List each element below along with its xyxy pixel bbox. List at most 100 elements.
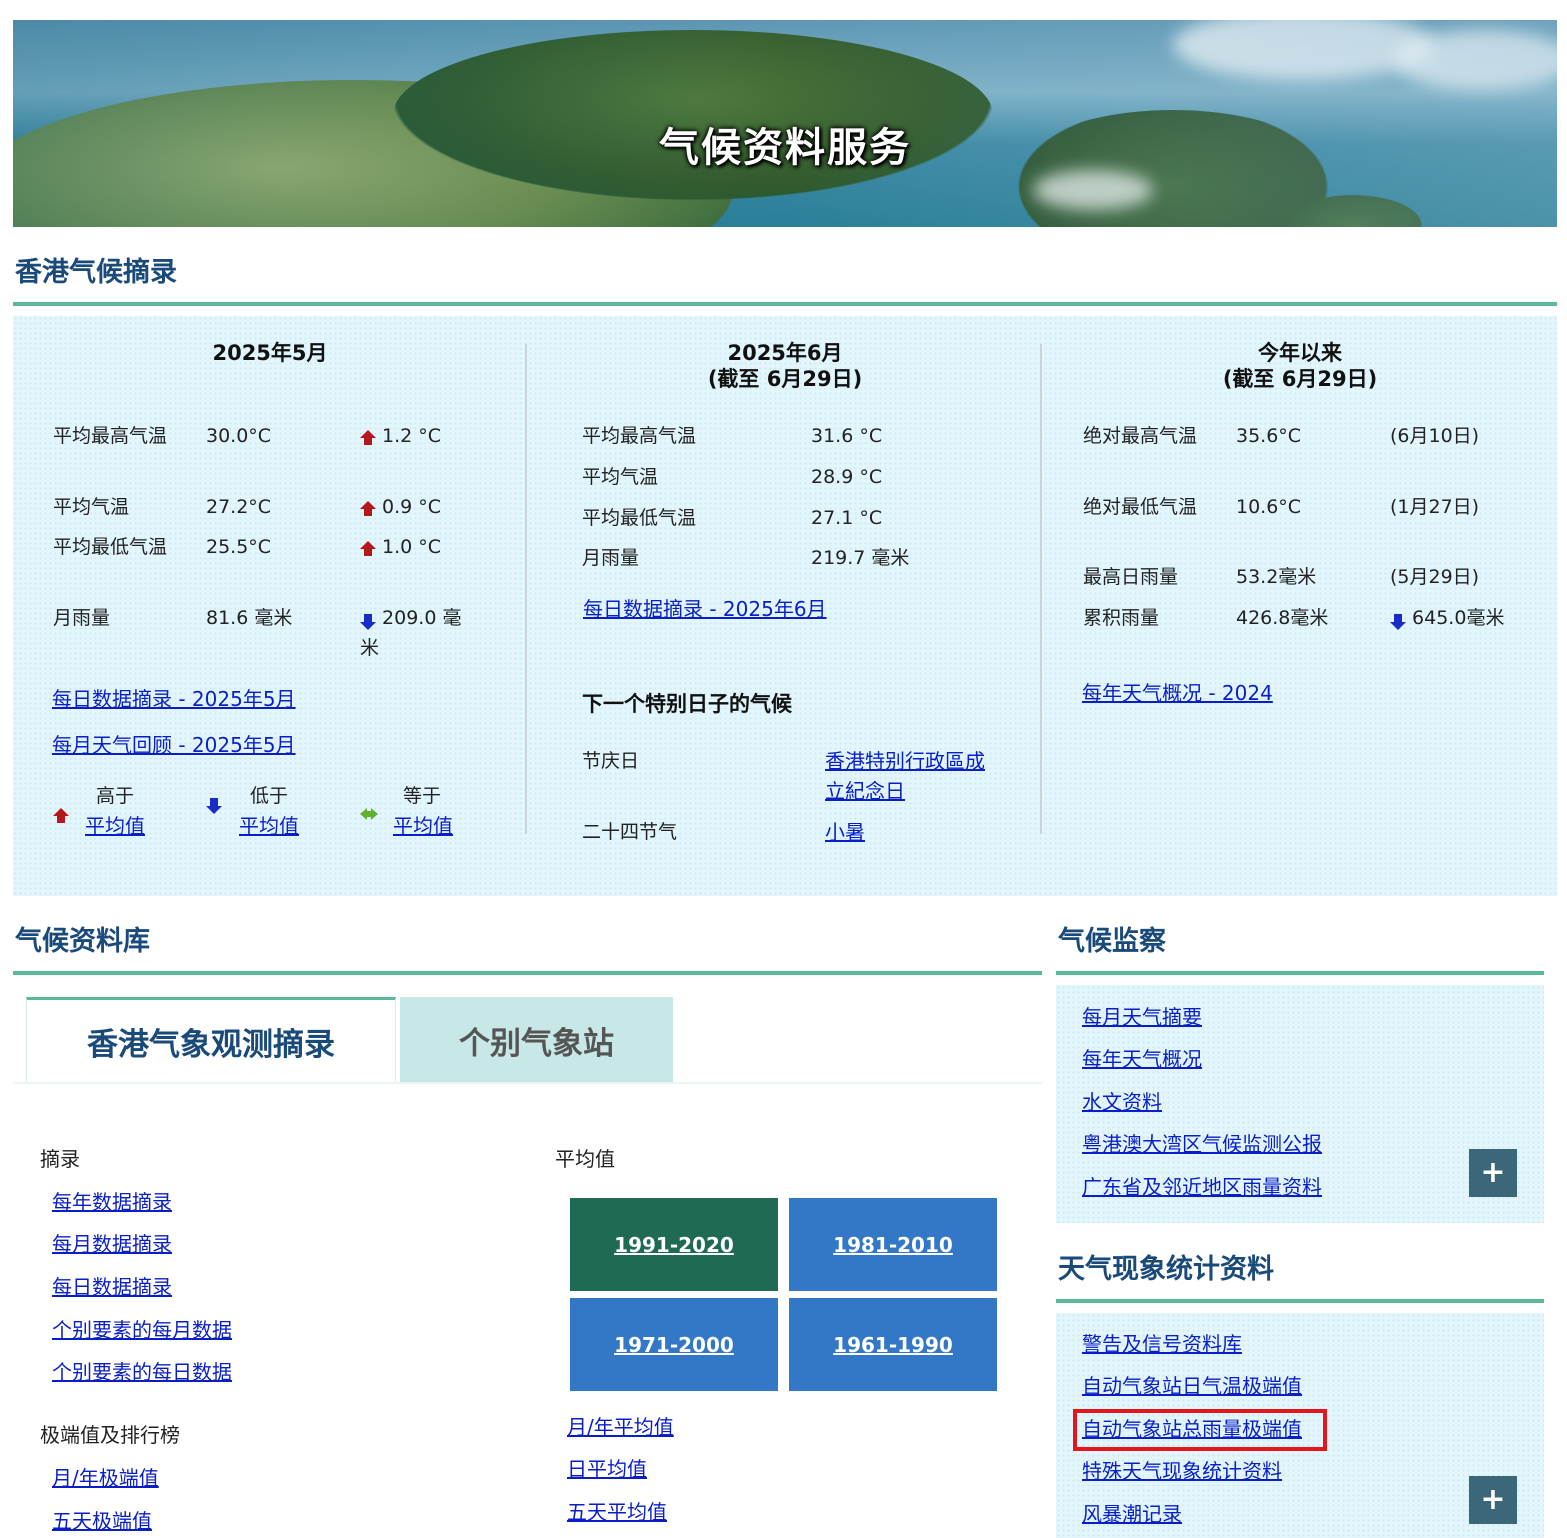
may-daily-link[interactable]: 每日数据摘录 - 2025年5月 (52, 684, 296, 714)
storm-surge-link[interactable]: 风暴潮记录 (1082, 1499, 1182, 1529)
special-phenomena-link[interactable]: 特殊天气现象统计资料 (1082, 1456, 1282, 1486)
database-rule (13, 971, 1042, 975)
legend-average-link[interactable]: 平均值 (393, 811, 453, 841)
may-heading: 2025年5月 (212, 341, 328, 365)
arrow-equal-icon (360, 808, 378, 820)
legend-average-link[interactable]: 平均值 (85, 811, 145, 841)
may-row-value: 27.2°C (206, 496, 272, 518)
phenomena-rule (1056, 1299, 1544, 1303)
solar-term-link[interactable]: 小暑 (825, 817, 865, 847)
special-day-label: 二十四节气 (582, 821, 678, 843)
legend-label: 等于 (403, 785, 442, 807)
may-row-value: 25.5°C (206, 536, 272, 558)
legend-label: 高于 (96, 785, 135, 807)
ytd-row-label: 绝对最低气温 (1083, 496, 1198, 518)
may-row-label: 月雨量 (53, 607, 111, 629)
may-row-value: 81.6 毫米 (206, 607, 293, 629)
june-daily-link[interactable]: 每日数据摘录 - 2025年6月 (583, 594, 827, 624)
arrow-up-icon (360, 430, 376, 445)
ytd-row-value: 10.6°C (1236, 496, 1302, 518)
five-day-extremes-link[interactable]: 五天极端值 (52, 1506, 152, 1536)
monthly-annual-normals-link[interactable]: 月/年平均值 (567, 1412, 674, 1442)
ytd-row-date: (5月29日) (1390, 566, 1480, 588)
aws-temperature-extremes-link[interactable]: 自动气象站日气温极端值 (1082, 1371, 1302, 1401)
column-divider (1040, 344, 1042, 834)
tab-strip (13, 1082, 1042, 1084)
daily-normals-link[interactable]: 日平均值 (567, 1454, 647, 1484)
arrow-down-icon (206, 798, 222, 814)
may-row-diff: 1.2 °C (360, 421, 441, 451)
ytd-row-value: 35.6°C (1236, 425, 1302, 447)
special-day-label: 节庆日 (582, 750, 640, 772)
ytd-row-label: 累积雨量 (1083, 607, 1160, 629)
monthly-annual-extremes-link[interactable]: 月/年极端值 (52, 1463, 159, 1493)
annual-summary-link[interactable]: 每年天气概况 (1082, 1044, 1202, 1074)
phenomena-title: 天气现象统计资料 (1058, 1254, 1274, 1285)
tab-hk-observations[interactable]: 香港气象观测摘录 (26, 997, 396, 1083)
database-title: 气候资料库 (15, 926, 150, 957)
annual-data-link[interactable]: 每年数据摘录 (52, 1187, 172, 1217)
june-row-value: 219.7 毫米 (811, 547, 910, 569)
may-row-value: 30.0°C (206, 425, 272, 447)
arrow-up-icon (360, 541, 376, 556)
hydrology-link[interactable]: 水文资料 (1082, 1087, 1162, 1117)
legend-average-link[interactable]: 平均值 (239, 811, 299, 841)
five-day-normals-link[interactable]: 五天平均值 (567, 1497, 667, 1527)
arrow-down-icon (360, 614, 376, 630)
guangdong-rainfall-link[interactable]: 广东省及邻近地区雨量资料 (1082, 1172, 1322, 1202)
summary-title: 香港气候摘录 (15, 257, 177, 288)
monitoring-expand-button[interactable]: + (1469, 1149, 1517, 1197)
warning-database-link[interactable]: 警告及信号资料库 (1082, 1329, 1242, 1359)
arrow-up-icon (53, 808, 69, 823)
may-row-label: 平均最高气温 (53, 425, 168, 447)
may-row-diff: 209.0 毫米 (360, 607, 462, 659)
june-row-label: 平均最低气温 (582, 507, 697, 529)
column-divider (525, 344, 527, 834)
legend-label: 低于 (250, 785, 289, 807)
june-row-value: 28.9 °C (811, 466, 883, 488)
ytd-heading: 今年以来 (截至 6月29日) (1222, 341, 1378, 391)
ytd-row-value: 53.2毫米 (1236, 566, 1317, 588)
normals-1961-1990-button[interactable]: 1961-1990 (789, 1298, 997, 1391)
banner-title: 气候资料服务 (659, 125, 911, 171)
june-row-label: 月雨量 (582, 547, 640, 569)
may-row-label: 平均最低气温 (53, 536, 168, 558)
may-row-diff: 0.9 °C (360, 492, 441, 522)
ytd-row-label: 最高日雨量 (1083, 566, 1179, 588)
extremes-heading: 极端值及排行榜 (40, 1423, 180, 1447)
element-daily-link[interactable]: 个别要素的每日数据 (52, 1357, 232, 1387)
banner-image: 气候资料服务 (13, 20, 1557, 227)
normals-1971-2000-button[interactable]: 1971-2000 (570, 1298, 778, 1391)
arrow-up-icon (360, 501, 376, 516)
annual-weather-link[interactable]: 每年天气概况 - 2024 (1082, 678, 1273, 708)
monitoring-title: 气候监察 (1058, 926, 1166, 957)
element-monthly-link[interactable]: 个别要素的每月数据 (52, 1315, 232, 1345)
normals-1981-2010-button[interactable]: 1981-2010 (789, 1198, 997, 1291)
summaries-heading: 摘录 (40, 1147, 80, 1171)
phenomena-expand-button[interactable]: + (1469, 1476, 1517, 1524)
may-row-diff: 1.0 °C (360, 532, 441, 562)
arrow-down-icon (1390, 614, 1406, 630)
daily-data-link[interactable]: 每日数据摘录 (52, 1272, 172, 1302)
june-row-label: 平均气温 (582, 466, 659, 488)
june-row-value: 27.1 °C (811, 507, 883, 529)
june-row-label: 平均最高气温 (582, 425, 697, 447)
special-day-title: 下一个特别日子的气候 (582, 692, 792, 716)
june-row-value: 31.6 °C (811, 425, 883, 447)
monitoring-rule (1056, 971, 1544, 975)
ytd-row-date: (1月27日) (1390, 496, 1480, 518)
normals-1991-2020-button[interactable]: 1991-2020 (570, 1198, 778, 1291)
june-heading: 2025年6月 (截至 6月29日) (707, 341, 863, 391)
may-row-label: 平均气温 (53, 496, 130, 518)
tab-individual-stations[interactable]: 个别气象站 (400, 997, 673, 1083)
ytd-row-date: (6月10日) (1390, 425, 1480, 447)
gba-bulletin-link[interactable]: 粤港澳大湾区气候监测公报 (1082, 1129, 1322, 1159)
may-review-link[interactable]: 每月天气回顾 - 2025年5月 (52, 730, 296, 760)
summary-rule (13, 302, 1557, 306)
normals-heading: 平均值 (555, 1147, 615, 1171)
festival-link[interactable]: 香港特别行政區成立紀念日 (825, 746, 985, 806)
ytd-row-value: 426.8毫米 (1236, 607, 1329, 629)
monthly-data-link[interactable]: 每月数据摘录 (52, 1229, 172, 1259)
monthly-summary-link[interactable]: 每月天气摘要 (1082, 1002, 1202, 1032)
ytd-row-label: 绝对最高气温 (1083, 425, 1198, 447)
